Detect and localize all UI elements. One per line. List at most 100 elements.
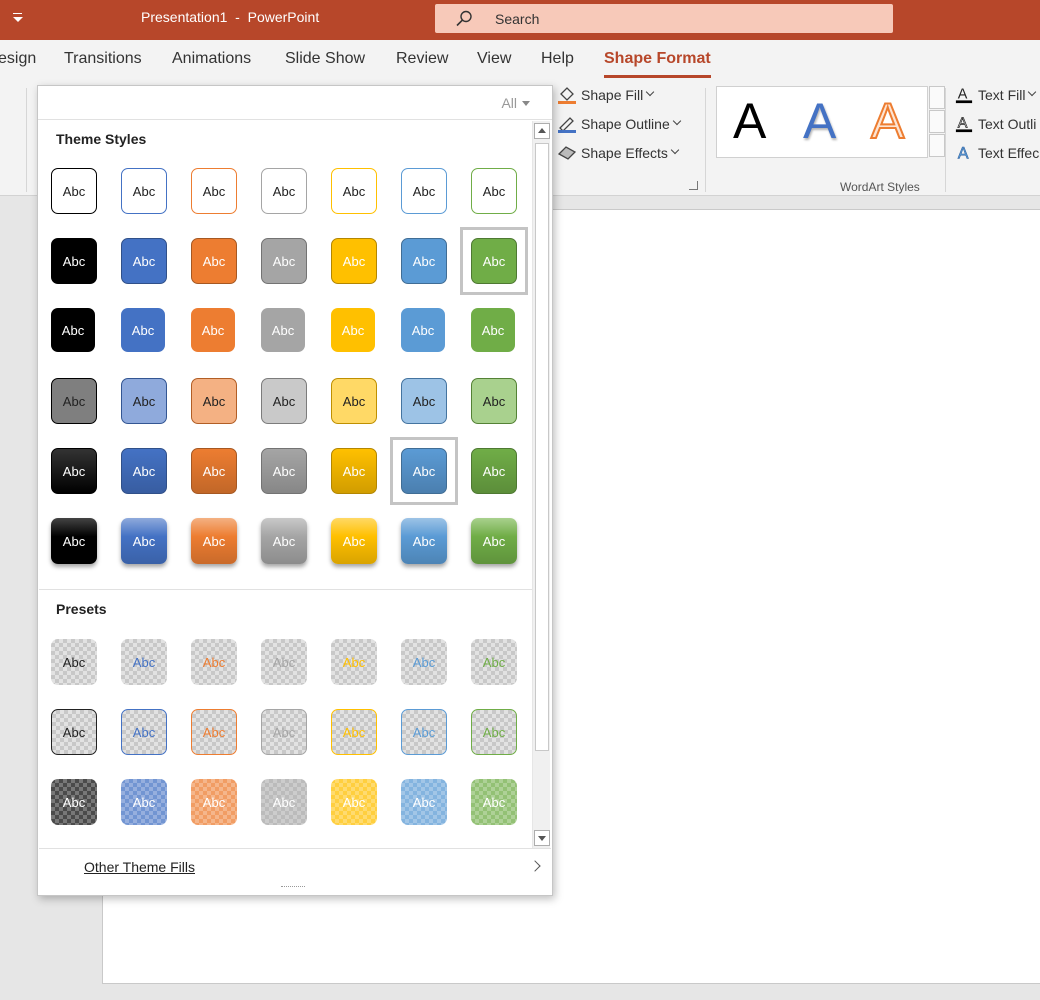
theme-style-gradient[interactable]: Abc	[51, 448, 97, 494]
tab-transitions[interactable]: Transitions	[64, 50, 142, 68]
swatch-label: Abc	[342, 463, 366, 479]
dialog-launcher-icon[interactable]	[689, 181, 698, 190]
preset-style-semitransparent[interactable]: Abc	[51, 779, 97, 825]
wordart-more[interactable]	[929, 134, 945, 157]
theme-style-intense[interactable]: Abc	[471, 518, 517, 564]
gallery-header: All	[38, 86, 552, 120]
theme-style-gradient[interactable]: Abc	[261, 448, 307, 494]
theme-style-outline[interactable]: Abc	[51, 168, 97, 214]
scroll-down-button[interactable]	[534, 830, 550, 846]
theme-style-solid[interactable]: Abc	[261, 238, 307, 284]
preset-style-outline[interactable]: Abc	[261, 709, 307, 755]
theme-style-subtle[interactable]: Abc	[261, 308, 305, 352]
theme-style-outline[interactable]: Abc	[471, 168, 517, 214]
tab-slide-show[interactable]: Slide Show	[285, 50, 365, 68]
theme-style-outline[interactable]: Abc	[261, 168, 307, 214]
theme-style-solid[interactable]: Abc	[401, 238, 447, 284]
theme-style-gradient[interactable]: Abc	[121, 448, 167, 494]
preset-style-semitransparent[interactable]: Abc	[331, 779, 377, 825]
preset-style-outline[interactable]: Abc	[401, 709, 447, 755]
search-box[interactable]: Search	[435, 4, 893, 33]
scroll-thumb[interactable]	[535, 143, 549, 751]
tab-review[interactable]: Review	[396, 50, 448, 68]
theme-style-light[interactable]: Abc	[261, 378, 307, 424]
theme-style-intense[interactable]: Abc	[51, 518, 97, 564]
preset-style-semitransparent[interactable]: Abc	[191, 779, 237, 825]
theme-style-subtle[interactable]: Abc	[331, 308, 375, 352]
tab-view[interactable]: View	[477, 50, 511, 68]
theme-style-outline[interactable]: Abc	[331, 168, 377, 214]
shape-effects-button[interactable]: Shape Effects	[557, 144, 680, 162]
theme-style-solid[interactable]: Abc	[331, 238, 377, 284]
tab-animations[interactable]: Animations	[172, 50, 251, 68]
tab-design[interactable]: esign	[0, 50, 36, 68]
theme-style-gradient[interactable]: Abc	[471, 448, 517, 494]
preset-style-transparent[interactable]: Abc	[471, 639, 517, 685]
text-outline-button[interactable]: A Text Outli	[954, 115, 1036, 133]
swatch-label: Abc	[62, 654, 86, 670]
theme-style-light[interactable]: Abc	[331, 378, 377, 424]
theme-style-outline[interactable]: Abc	[191, 168, 237, 214]
theme-style-solid[interactable]: Abc	[51, 238, 97, 284]
preset-style-semitransparent[interactable]: Abc	[121, 779, 167, 825]
preset-style-transparent[interactable]: Abc	[401, 639, 447, 685]
swatch-label: Abc	[202, 183, 226, 199]
theme-style-subtle[interactable]: Abc	[121, 308, 165, 352]
gallery-scrollbar[interactable]	[532, 121, 550, 848]
wordart-style-black[interactable]: A	[733, 93, 766, 149]
text-effects-button[interactable]: A Text Effec	[954, 144, 1039, 162]
tab-help[interactable]: Help	[541, 50, 574, 68]
theme-style-intense[interactable]: Abc	[121, 518, 167, 564]
wordart-scroll-up[interactable]	[929, 86, 945, 109]
preset-style-semitransparent[interactable]: Abc	[261, 779, 307, 825]
preset-style-semitransparent[interactable]: Abc	[401, 779, 447, 825]
wordart-scroll-down[interactable]	[929, 110, 945, 133]
theme-style-gradient[interactable]: Abc	[331, 448, 377, 494]
theme-style-outline[interactable]: Abc	[401, 168, 447, 214]
preset-style-outline[interactable]: Abc	[121, 709, 167, 755]
preset-style-outline[interactable]: Abc	[191, 709, 237, 755]
theme-style-outline[interactable]: Abc	[121, 168, 167, 214]
wordart-style-orange-outline[interactable]: A	[870, 92, 905, 150]
selection-frame	[390, 437, 458, 505]
theme-style-light[interactable]: Abc	[401, 378, 447, 424]
theme-style-intense[interactable]: Abc	[401, 518, 447, 564]
preset-style-transparent[interactable]: Abc	[331, 639, 377, 685]
theme-style-solid[interactable]: Abc	[121, 238, 167, 284]
theme-style-subtle[interactable]: Abc	[471, 308, 515, 352]
theme-style-light[interactable]: Abc	[121, 378, 167, 424]
theme-style-intense[interactable]: Abc	[261, 518, 307, 564]
preset-style-transparent[interactable]: Abc	[261, 639, 307, 685]
theme-style-subtle[interactable]: Abc	[191, 308, 235, 352]
shape-outline-button[interactable]: Shape Outline	[557, 115, 681, 133]
preset-style-outline[interactable]: Abc	[51, 709, 97, 755]
preset-style-semitransparent[interactable]: Abc	[471, 779, 517, 825]
wordart-style-blue[interactable]: A	[803, 93, 836, 149]
gallery-filter-dropdown[interactable]: All	[501, 95, 530, 111]
theme-style-subtle[interactable]: Abc	[401, 308, 445, 352]
preset-style-transparent[interactable]: Abc	[51, 639, 97, 685]
swatch-label: Abc	[412, 533, 436, 549]
preset-style-outline[interactable]: Abc	[331, 709, 377, 755]
customize-quick-access-icon[interactable]	[10, 10, 28, 26]
theme-style-light[interactable]: Abc	[51, 378, 97, 424]
preset-style-outline[interactable]: Abc	[471, 709, 517, 755]
shape-effects-label: Shape Effects	[581, 145, 668, 161]
theme-style-light[interactable]: Abc	[471, 378, 517, 424]
theme-style-subtle[interactable]: Abc	[51, 308, 95, 352]
preset-style-transparent[interactable]: Abc	[191, 639, 237, 685]
theme-style-gradient[interactable]: Abc	[191, 448, 237, 494]
theme-style-solid[interactable]: Abc	[191, 238, 237, 284]
other-theme-fills-item[interactable]: Other Theme Fills	[84, 859, 195, 875]
swatch-label: Abc	[132, 794, 156, 810]
tab-shape-format[interactable]: Shape Format	[604, 50, 711, 78]
swatch-label: Abc	[202, 724, 226, 740]
scroll-up-button[interactable]	[534, 123, 550, 139]
shape-fill-button[interactable]: Shape Fill	[557, 86, 655, 104]
theme-style-intense[interactable]: Abc	[331, 518, 377, 564]
resize-grip[interactable]	[281, 886, 305, 888]
theme-style-light[interactable]: Abc	[191, 378, 237, 424]
preset-style-transparent[interactable]: Abc	[121, 639, 167, 685]
theme-style-intense[interactable]: Abc	[191, 518, 237, 564]
text-fill-button[interactable]: A Text Fill	[954, 86, 1037, 104]
